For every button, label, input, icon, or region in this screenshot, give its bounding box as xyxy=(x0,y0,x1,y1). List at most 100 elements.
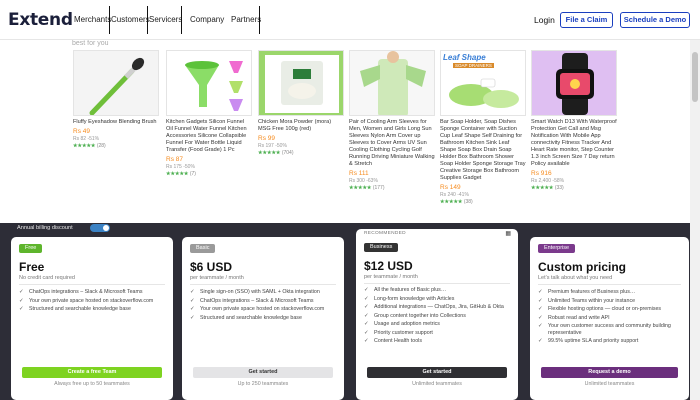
rating-stars: ★★★★★ (7) xyxy=(166,171,196,177)
product-old-price: Rs 175 -50% xyxy=(166,164,195,170)
feature-item: ✓ 99.5% uptime SLA and priority support xyxy=(538,338,639,344)
feature-list: ✓ ChatOps integrations – Slack & Microsof… xyxy=(19,289,167,315)
create-free-team-button[interactable]: Create a free Team xyxy=(22,367,162,378)
product-image[interactable] xyxy=(349,50,435,116)
product-price: Rs 87 xyxy=(166,156,183,163)
product-name[interactable]: Chicken Mora Powder (mora) MSG Free 100g… xyxy=(258,119,344,133)
plan-subtitle: per teammate / month xyxy=(190,275,244,281)
plan-footnote: Up to 250 teammates xyxy=(237,381,289,387)
extend-logo[interactable]: Extend xyxy=(8,10,73,30)
feature-list: ✓ Single sign-on (SSO) with SAML + Okta i… xyxy=(190,289,338,323)
check-icon: ✓ xyxy=(538,297,543,304)
product-name[interactable]: Pair of Cooling Arm Sleeves for Men, Wom… xyxy=(349,119,435,168)
product-old-price: Rs 240 -41% xyxy=(440,192,469,198)
grid-icon: ▦ xyxy=(505,231,511,237)
nav-partners[interactable]: Partners xyxy=(231,15,261,24)
nav-customers[interactable]: Customers xyxy=(111,15,150,24)
check-icon: ✓ xyxy=(364,338,369,344)
feature-item: ✓ Structured and searchable knowledge bas… xyxy=(19,306,131,312)
product-image[interactable] xyxy=(531,50,617,116)
smartwatch-icon xyxy=(532,51,616,115)
funnel-icon xyxy=(167,51,251,115)
plan-title: $6 USD xyxy=(190,260,233,274)
plan-footnote: Unlimited teammates xyxy=(412,381,462,387)
feature-item: ✓ Unlimited Teams within your instance xyxy=(538,297,636,304)
product-image[interactable] xyxy=(73,50,159,116)
rating-stars: ★★★★★ (704) xyxy=(258,150,294,156)
nav-merchants[interactable]: Merchants xyxy=(74,15,111,24)
feature-item: ✓ All the features of Basic plus… xyxy=(364,287,447,293)
check-icon: ✓ xyxy=(364,304,369,310)
check-icon: ✓ xyxy=(364,287,369,293)
product-card[interactable]: Fluffy Eyeshadow Blending Brush Rs 49 Rs… xyxy=(73,50,159,149)
get-started-basic-button[interactable]: Get started xyxy=(193,367,333,378)
feature-item: ✓ Your own private space hosted on stacko… xyxy=(19,297,154,304)
check-icon: ✓ xyxy=(190,297,195,304)
product-name[interactable]: Kitchen Gadgets Silicon Funnel Oil Funne… xyxy=(166,119,252,154)
banner-subtext: SOAP DRAINERS xyxy=(453,63,494,68)
check-icon: ✓ xyxy=(538,314,543,321)
check-icon: ✓ xyxy=(19,306,24,312)
plan-badge: Enterprise xyxy=(538,244,576,253)
plan-title: Custom pricing xyxy=(538,260,627,274)
plan-footnote: Unlimited teammates xyxy=(584,381,635,387)
feature-list: ✓ Premium features of Business plus… ✓ Unli… xyxy=(538,289,683,347)
product-old-price: Rs 300 -63% xyxy=(349,178,378,184)
schedule-demo-button[interactable]: Schedule a Demo xyxy=(620,12,690,28)
feature-item: ✓ Content Health tools xyxy=(364,338,422,344)
file-claim-button[interactable]: File a Claim xyxy=(560,12,613,28)
plan-subtitle: per teammate / month xyxy=(364,274,418,280)
product-name[interactable]: Fluffy Eyeshadow Blending Brush xyxy=(73,119,159,126)
product-price: Rs 99 xyxy=(258,135,275,142)
plan-title: $12 USD xyxy=(364,259,413,273)
feature-item: ✓ Your own private space hosted on stacko… xyxy=(190,306,325,312)
check-icon: ✓ xyxy=(538,289,543,295)
product-price: Rs 916 xyxy=(531,170,552,177)
product-image[interactable] xyxy=(258,50,344,116)
plan-card-enterprise: Enterprise Custom pricing Let's talk abo… xyxy=(530,237,689,400)
feature-item: ✓ Group content together into Collections xyxy=(364,312,466,319)
product-card[interactable]: Pair of Cooling Arm Sleeves for Men, Wom… xyxy=(349,50,435,191)
get-started-business-button[interactable]: Get started xyxy=(367,367,507,378)
feature-item: ✓ Long-form knowledge with Articles xyxy=(364,295,455,302)
request-demo-button[interactable]: Request a demo xyxy=(541,367,678,378)
product-name[interactable]: Bar Soap Holder, Soap Dishes Sponge Cont… xyxy=(440,119,526,182)
check-icon: ✓ xyxy=(190,306,195,312)
product-card[interactable]: Leaf Shape SOAP DRAINERS Bar Soap Holder… xyxy=(440,50,526,205)
plan-subtitle: No credit card required xyxy=(19,275,75,281)
divider xyxy=(364,283,510,284)
feature-item: ✓ Your own customer success and community… xyxy=(538,323,671,336)
product-image[interactable] xyxy=(166,50,252,116)
product-old-price: Rs 82 -51% xyxy=(73,136,100,142)
divider xyxy=(19,284,165,285)
nav-divider xyxy=(147,6,148,34)
feature-item: ✓ Flexible hosting options — cloud or on-… xyxy=(538,306,662,312)
plan-badge: Basic xyxy=(190,244,216,253)
rating-stars: ★★★★★ (33) xyxy=(531,185,564,191)
plan-title: Free xyxy=(19,260,45,274)
nav-divider xyxy=(181,6,182,34)
scrollbar-thumb[interactable] xyxy=(692,52,698,102)
check-icon: ✓ xyxy=(19,297,24,304)
billing-toggle[interactable] xyxy=(90,224,110,232)
nav-servicers[interactable]: Servicers xyxy=(149,15,182,24)
product-name[interactable]: Smart Watch D13 With Waterproof Protecti… xyxy=(531,119,617,168)
product-image[interactable]: Leaf Shape SOAP DRAINERS xyxy=(440,50,526,116)
product-card[interactable]: Kitchen Gadgets Silicon Funnel Oil Funne… xyxy=(166,50,252,177)
plan-badge: Business xyxy=(364,243,399,252)
recommended-label: RECOMMENDED xyxy=(364,231,406,236)
product-card[interactable]: Chicken Mora Powder (mora) MSG Free 100g… xyxy=(258,50,344,156)
nav-divider xyxy=(109,6,110,34)
check-icon: ✓ xyxy=(538,306,543,312)
check-icon: ✓ xyxy=(538,338,543,344)
banner-text: Leaf Shape xyxy=(443,53,486,62)
powder-pack-icon xyxy=(259,51,343,115)
feature-item: ✓ Usage and adoption metrics xyxy=(364,321,440,327)
feature-item: ✓ ChatOps integrations – Slack & Microsof… xyxy=(19,289,143,295)
nav-company[interactable]: Company xyxy=(190,15,224,24)
feature-item: ✓ Premium features of Business plus… xyxy=(538,289,636,295)
nav-divider xyxy=(259,6,260,34)
login-link[interactable]: Login xyxy=(534,15,555,25)
product-card[interactable]: Smart Watch D13 With Waterproof Protecti… xyxy=(531,50,617,191)
divider xyxy=(538,284,681,285)
